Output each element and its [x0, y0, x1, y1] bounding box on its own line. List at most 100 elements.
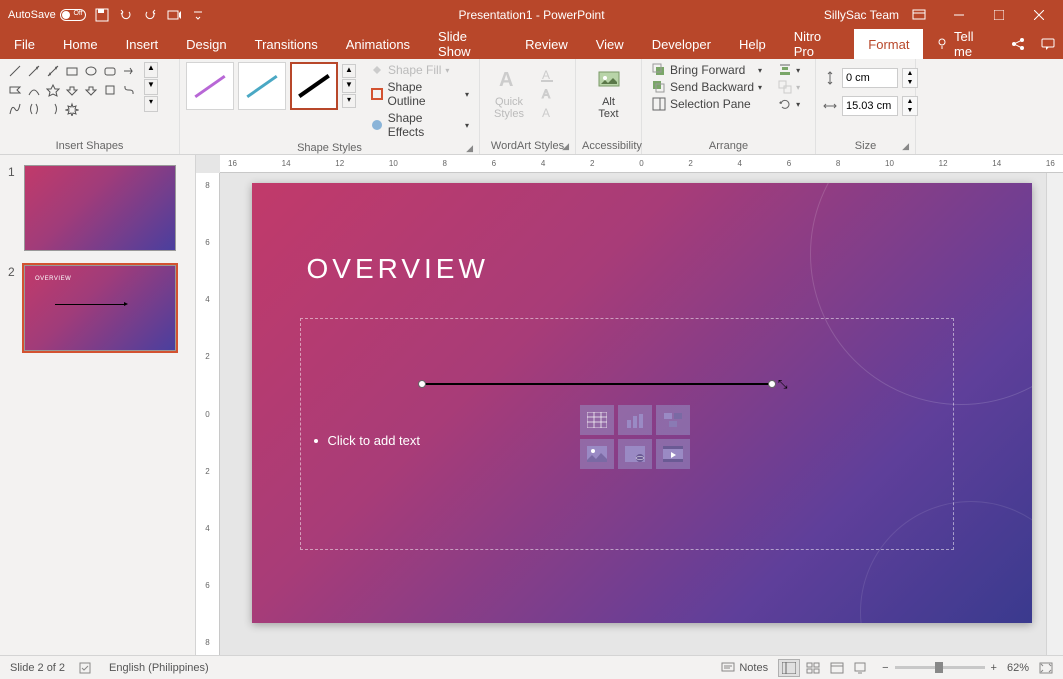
- language-status[interactable]: English (Philippines): [109, 662, 209, 674]
- tab-home[interactable]: Home: [49, 29, 112, 59]
- gallery-down-icon[interactable]: ▼: [144, 79, 158, 95]
- tell-me-search[interactable]: Tell me: [923, 29, 1003, 59]
- slide-thumbnail-panel[interactable]: 1 2 OVERVIEW: [0, 155, 196, 655]
- height-input[interactable]: [842, 68, 898, 88]
- width-input[interactable]: [842, 96, 898, 116]
- effects-icon: [370, 118, 384, 132]
- group-arrange: Arrange: [648, 138, 809, 154]
- notes-button[interactable]: Notes: [721, 662, 768, 674]
- tab-design[interactable]: Design: [172, 29, 240, 59]
- line-shape[interactable]: ⤡: [422, 383, 772, 385]
- tab-file[interactable]: File: [0, 29, 49, 59]
- vertical-ruler[interactable]: 864202468: [196, 173, 220, 655]
- selection-pane-icon: [652, 97, 666, 111]
- insert-table-icon[interactable]: [580, 405, 614, 435]
- slide-counter[interactable]: Slide 2 of 2: [10, 662, 65, 674]
- undo-icon[interactable]: [118, 7, 134, 23]
- tab-format[interactable]: Format: [854, 29, 923, 59]
- slide-editor: 1614121086420246810121416 864202468 OVER…: [196, 155, 1063, 655]
- rotate-button[interactable]: ▾: [774, 96, 804, 112]
- insert-smartart-icon[interactable]: [656, 405, 690, 435]
- thumb-number: 1: [8, 165, 18, 251]
- height-up[interactable]: ▲: [903, 69, 917, 78]
- start-from-beginning-icon[interactable]: [166, 7, 182, 23]
- zoom-level[interactable]: 62%: [1007, 662, 1029, 674]
- shape-effects-button[interactable]: Shape Effects▾: [366, 110, 473, 140]
- fit-to-window-button[interactable]: [1039, 662, 1053, 674]
- tab-review[interactable]: Review: [511, 29, 582, 59]
- bring-forward-button[interactable]: Bring Forward▾: [648, 62, 766, 78]
- tab-transitions[interactable]: Transitions: [241, 29, 332, 59]
- shape-fill-button[interactable]: Shape Fill▾: [366, 62, 473, 78]
- status-bar: Slide 2 of 2 English (Philippines) Notes…: [0, 655, 1063, 679]
- group-accessibility: Accessibility: [582, 138, 635, 154]
- vertical-scrollbar[interactable]: [1046, 173, 1063, 655]
- user-name[interactable]: SillySac Team: [824, 8, 899, 22]
- tab-slideshow[interactable]: Slide Show: [424, 29, 511, 59]
- size-launcher-icon[interactable]: ◢: [902, 141, 909, 152]
- tab-developer[interactable]: Developer: [638, 29, 725, 59]
- svg-text:A: A: [542, 87, 550, 101]
- slide-thumbnail-1[interactable]: [24, 165, 176, 251]
- wordart-icon: A: [495, 66, 523, 94]
- autosave-toggle[interactable]: AutoSave Off: [8, 9, 86, 21]
- height-down[interactable]: ▼: [903, 78, 917, 87]
- slide-canvas[interactable]: OVERVIEW ⤡ Click to add text: [252, 183, 1032, 623]
- resize-cursor-icon: ⤡: [778, 377, 788, 392]
- line-handle-end[interactable]: [768, 380, 776, 388]
- slideshow-view-button[interactable]: [850, 659, 872, 677]
- insert-online-pictures-icon[interactable]: [618, 439, 652, 469]
- alt-text-icon: [595, 66, 623, 94]
- shape-outline-button[interactable]: Shape Outline▾: [366, 79, 473, 109]
- slide-title[interactable]: OVERVIEW: [307, 253, 489, 285]
- maximize-button[interactable]: [979, 0, 1019, 29]
- close-button[interactable]: [1019, 0, 1059, 29]
- align-button[interactable]: ▾: [774, 62, 804, 78]
- content-insert-icons: [580, 405, 690, 469]
- tab-help[interactable]: Help: [725, 29, 780, 59]
- styles-more-icon[interactable]: ▾: [342, 94, 356, 108]
- width-icon: [822, 98, 838, 114]
- slide-thumbnail-2[interactable]: OVERVIEW: [24, 265, 176, 351]
- shape-styles-launcher-icon[interactable]: ◢: [466, 143, 473, 154]
- ribbon-display-icon[interactable]: [911, 7, 927, 23]
- window-title: Presentation1 - PowerPoint: [458, 8, 604, 22]
- gallery-up-icon[interactable]: ▲: [144, 62, 158, 78]
- insert-video-icon[interactable]: [656, 439, 690, 469]
- alt-text-button[interactable]: Alt Text: [586, 62, 632, 124]
- reading-view-button[interactable]: [826, 659, 848, 677]
- styles-down-icon[interactable]: ▼: [342, 79, 356, 93]
- tab-nitro[interactable]: Nitro Pro: [780, 29, 855, 59]
- gallery-more-icon[interactable]: ▾: [144, 96, 158, 112]
- share-icon[interactable]: [1003, 36, 1033, 52]
- slide-sorter-view-button[interactable]: [802, 659, 824, 677]
- text-effects-button: A: [536, 104, 560, 122]
- wordart-launcher-icon[interactable]: ◢: [562, 141, 569, 152]
- horizontal-ruler[interactable]: 1614121086420246810121416: [220, 155, 1063, 173]
- qat-more-icon[interactable]: [190, 7, 206, 23]
- spell-check-icon[interactable]: [79, 661, 95, 675]
- height-icon: [822, 70, 838, 86]
- shapes-gallery[interactable]: [6, 62, 138, 118]
- normal-view-button[interactable]: [778, 659, 800, 677]
- save-icon[interactable]: [94, 7, 110, 23]
- tab-insert[interactable]: Insert: [112, 29, 173, 59]
- width-up[interactable]: ▲: [903, 97, 917, 106]
- minimize-button[interactable]: [939, 0, 979, 29]
- zoom-slider[interactable]: − +: [882, 662, 997, 674]
- insert-chart-icon[interactable]: [618, 405, 652, 435]
- zoom-in-button[interactable]: +: [991, 662, 997, 674]
- content-placeholder-text[interactable]: Click to add text: [314, 433, 421, 448]
- shape-styles-gallery[interactable]: ▲ ▼ ▾: [186, 62, 356, 110]
- send-backward-button[interactable]: Send Backward▾: [648, 79, 766, 95]
- redo-icon[interactable]: [142, 7, 158, 23]
- comments-icon[interactable]: [1033, 36, 1063, 52]
- styles-up-icon[interactable]: ▲: [342, 64, 356, 78]
- width-down[interactable]: ▼: [903, 106, 917, 115]
- line-handle-start[interactable]: [418, 380, 426, 388]
- tab-animations[interactable]: Animations: [332, 29, 424, 59]
- selection-pane-button[interactable]: Selection Pane: [648, 96, 766, 112]
- tab-view[interactable]: View: [582, 29, 638, 59]
- insert-pictures-icon[interactable]: [580, 439, 614, 469]
- zoom-out-button[interactable]: −: [882, 662, 888, 674]
